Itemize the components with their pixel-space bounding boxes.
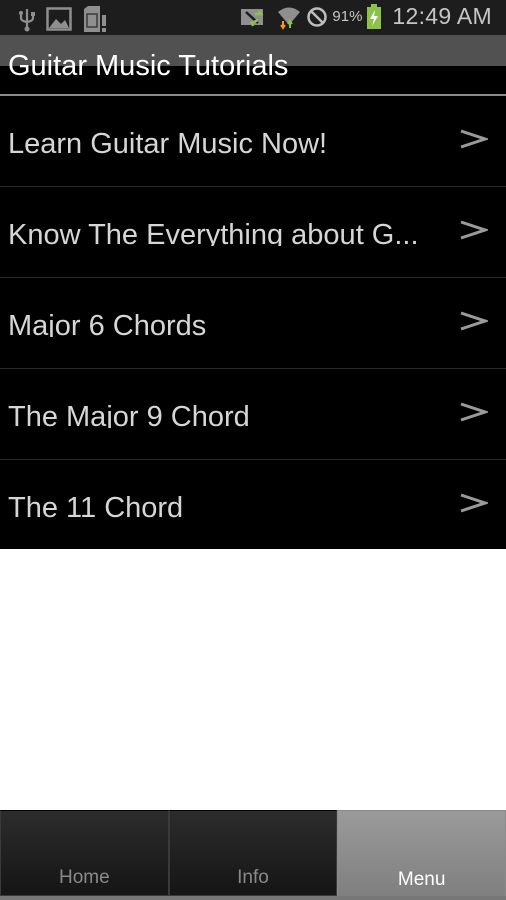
tab-home[interactable]: Home — [0, 810, 169, 896]
tab-label: Menu — [397, 869, 446, 890]
list-item-label: The 11 Chord — [8, 493, 184, 519]
list-item[interactable]: Know The Everything about G... — [0, 187, 506, 278]
list-item-label: Learn Guitar Music Now! — [8, 129, 328, 155]
status-right: 91% 12:49 AM — [240, 3, 492, 30]
tab-label: Home — [58, 867, 110, 888]
tab-bar-bottom-edge — [0, 896, 506, 900]
wifi-icon — [278, 7, 301, 30]
no-signal-icon — [307, 6, 328, 27]
tab-label: Info — [237, 867, 269, 888]
list-item-label: Major 6 Chords — [8, 311, 207, 337]
chevron-right-icon — [460, 311, 488, 331]
status-left-icons — [18, 5, 108, 33]
list-item-label: Know The Everything about G... — [8, 220, 419, 246]
list-item[interactable]: Major 6 Chords — [0, 278, 506, 369]
app-title: Guitar Music Tutorials — [8, 50, 289, 82]
screen-mirroring-icon — [241, 8, 264, 26]
tab-menu[interactable]: Menu — [337, 810, 506, 898]
chevron-right-icon — [460, 129, 488, 149]
battery-percent: 91% — [332, 8, 363, 25]
usb-icon — [19, 9, 35, 32]
battery-charging-icon — [367, 3, 382, 29]
list-item[interactable]: The Major 9 Chord — [0, 369, 506, 460]
clock: 12:49 AM — [392, 3, 492, 29]
chevron-right-icon — [460, 402, 488, 422]
chevron-right-icon — [460, 220, 488, 240]
tab-bar: Home Info Menu — [0, 810, 506, 900]
tutorial-list: Learn Guitar Music Now! Know The Everyth… — [0, 96, 506, 549]
list-item[interactable]: Learn Guitar Music Now! — [0, 96, 506, 187]
status-bar: 91% 12:49 AM — [0, 0, 506, 35]
tab-info[interactable]: Info — [168, 810, 338, 896]
list-item[interactable]: The 11 Chord — [0, 460, 506, 550]
chevron-right-icon — [460, 493, 488, 513]
sd-card-warning-icon — [84, 6, 106, 32]
image-icon — [46, 7, 72, 31]
list-item-label: The Major 9 Chord — [8, 402, 250, 428]
